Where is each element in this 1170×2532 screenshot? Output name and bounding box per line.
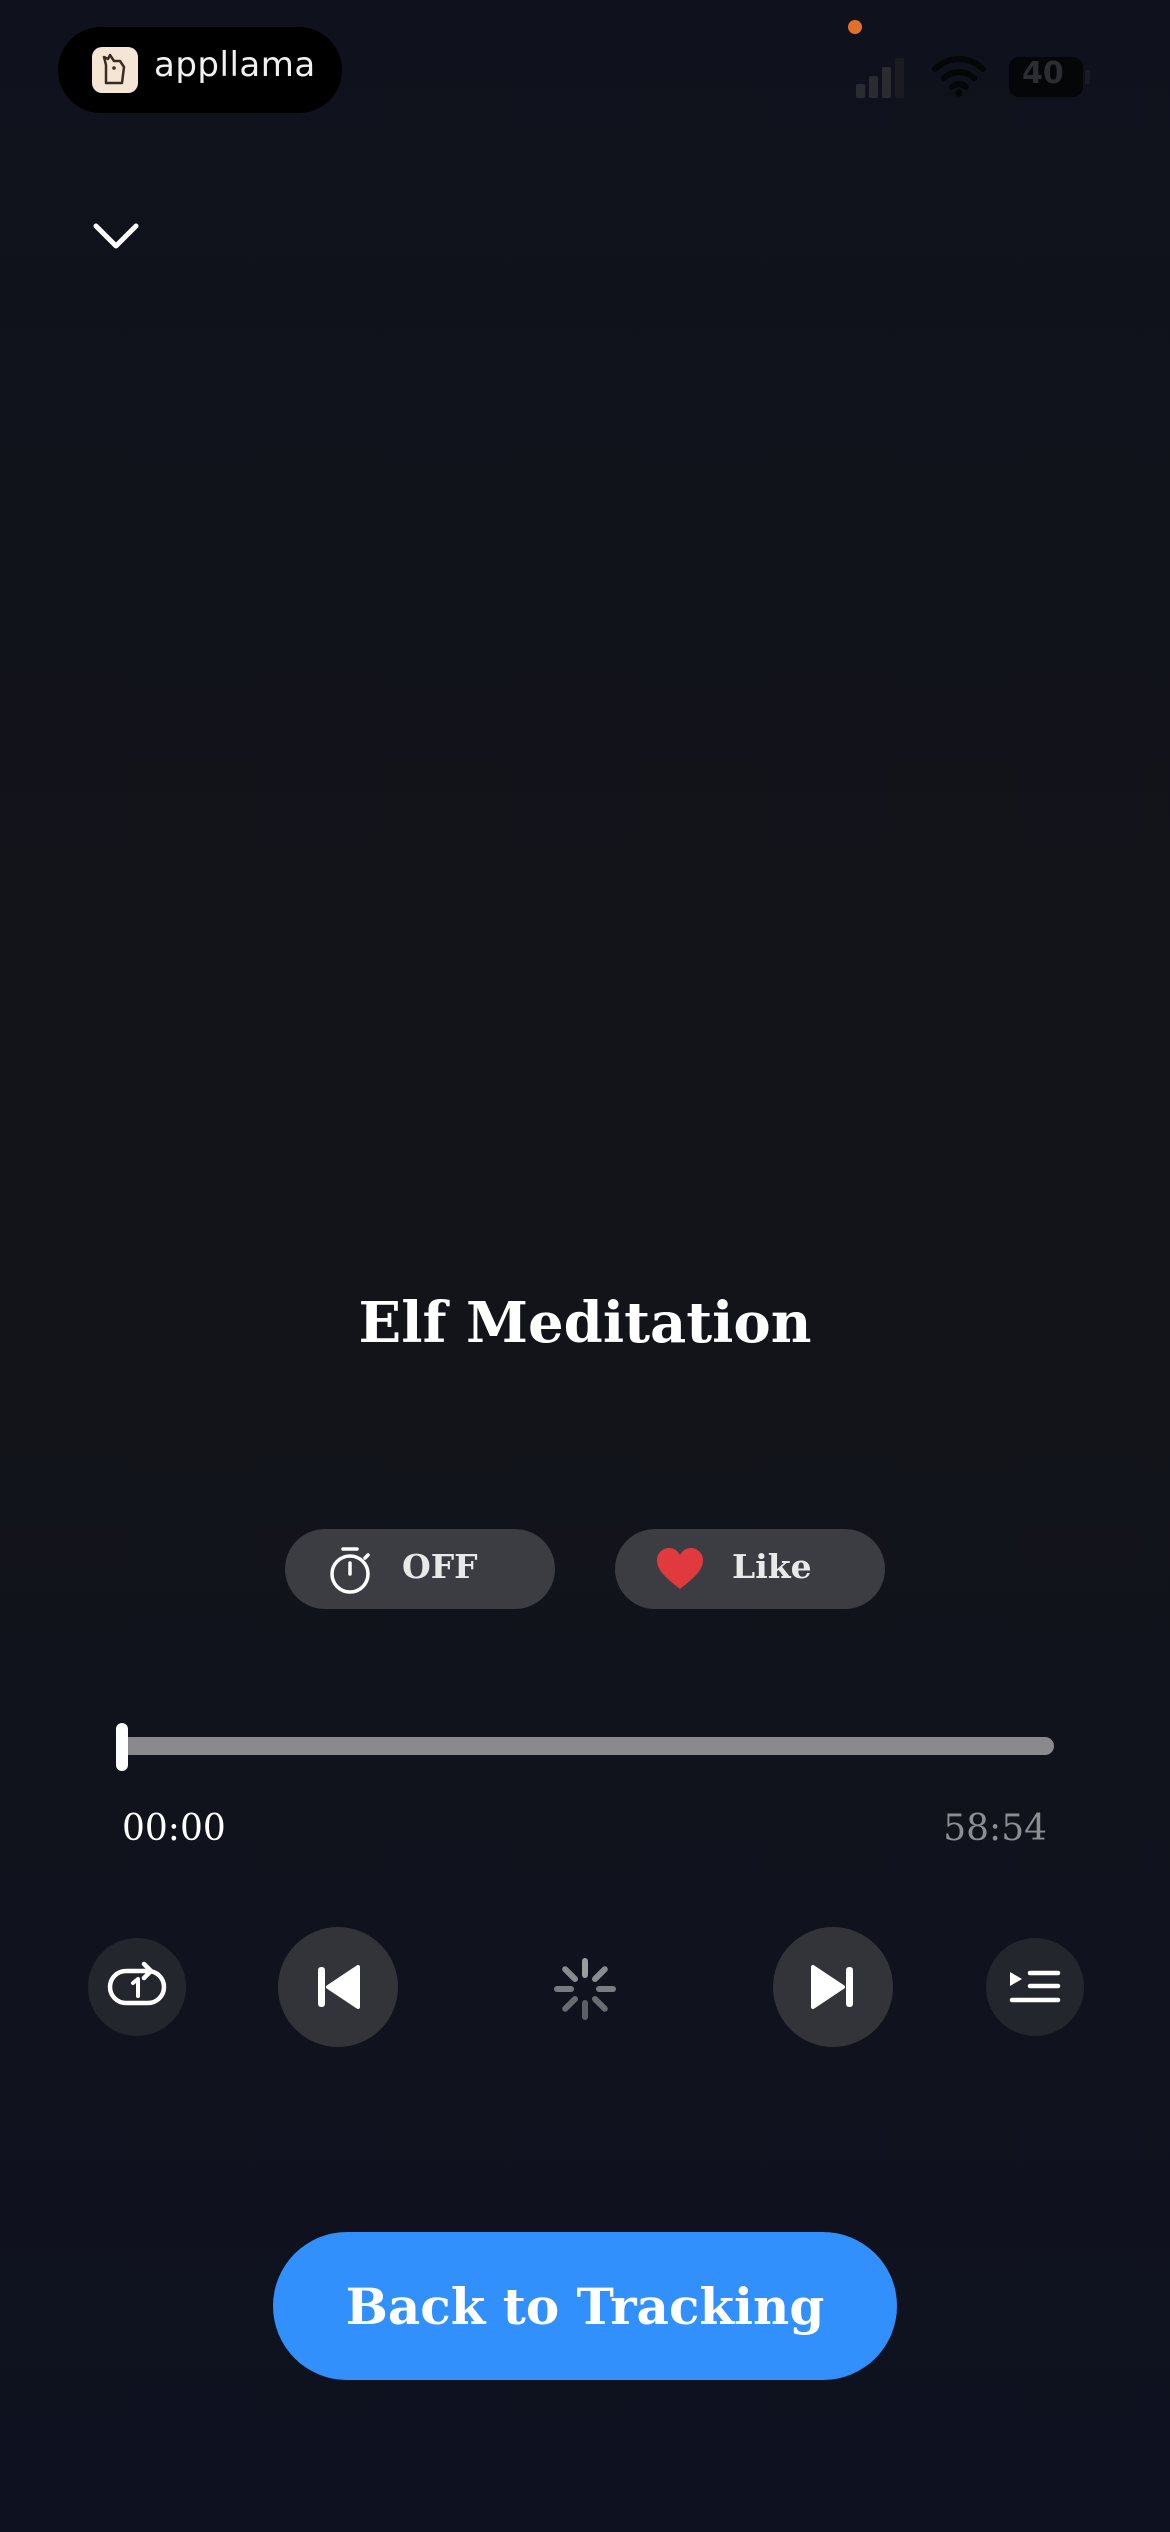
skip-next-icon xyxy=(811,1965,853,2009)
sleep-timer-button[interactable]: OFF xyxy=(285,1529,555,1609)
privacy-indicator-dot xyxy=(848,20,862,34)
progress-knob[interactable] xyxy=(116,1723,128,1771)
queue-icon xyxy=(1009,1970,1061,2003)
progress-track[interactable] xyxy=(120,1737,1054,1755)
wifi-icon xyxy=(932,56,986,97)
sleep-timer-label: OFF xyxy=(402,1547,478,1586)
next-track-button[interactable] xyxy=(773,1927,893,2047)
track-title: Elf Meditation xyxy=(358,1290,812,1356)
total-duration: 58:54 xyxy=(943,1808,1047,1849)
heart-icon xyxy=(657,1548,703,1589)
queue-button[interactable] xyxy=(986,1938,1084,2036)
repeat-one-button[interactable] xyxy=(88,1938,186,2036)
back-to-tracking-label: Back to Tracking xyxy=(345,2276,825,2336)
app-badge: appllama xyxy=(58,27,342,113)
skip-previous-icon xyxy=(318,1965,360,2009)
elapsed-time: 00:00 xyxy=(122,1808,226,1849)
cellular-signal-icon xyxy=(856,58,904,98)
chevron-down-icon[interactable] xyxy=(92,220,140,252)
like-button[interactable]: Like xyxy=(615,1529,885,1609)
previous-track-button[interactable] xyxy=(278,1927,398,2047)
spinner-icon xyxy=(554,1958,616,2020)
back-to-tracking-button[interactable]: Back to Tracking xyxy=(273,2232,897,2380)
app-name: appllama xyxy=(154,45,316,85)
stopwatch-icon xyxy=(330,1547,370,1594)
llama-logo-icon xyxy=(92,47,138,93)
repeat-one-icon xyxy=(107,1961,167,2006)
battery-level: 40 xyxy=(1022,56,1064,91)
like-label: Like xyxy=(732,1547,812,1586)
